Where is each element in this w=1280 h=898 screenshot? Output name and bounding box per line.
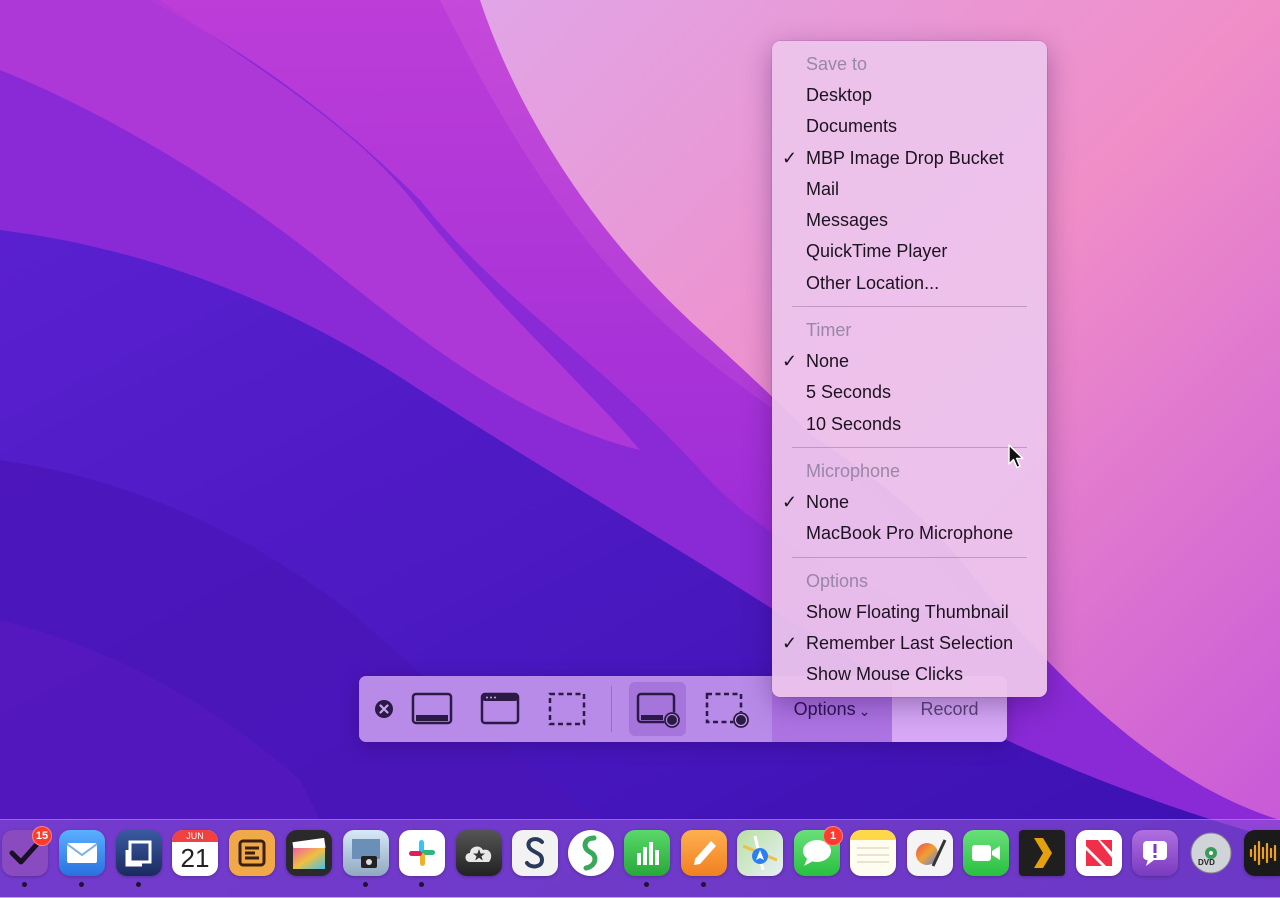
menu-item-label: 10 Seconds <box>806 413 902 434</box>
running-indicator <box>363 882 368 887</box>
checkmark-icon: ✓ <box>782 147 798 168</box>
dock: 15 JUN 21 1 DVD <box>0 819 1280 898</box>
record-entire-screen-button[interactable] <box>629 682 686 736</box>
feedback-assistant-icon[interactable] <box>1132 830 1178 876</box>
taskheat-icon[interactable] <box>229 830 275 876</box>
menu-item-messages[interactable]: Messages <box>772 205 1047 236</box>
capture-entire-screen-icon <box>411 692 453 725</box>
mouse-pointer-icon <box>1008 444 1024 469</box>
dvd-player-icon[interactable]: DVD <box>1188 830 1234 876</box>
menu-item-microphone-none[interactable]: ✓ None <box>772 487 1047 518</box>
pages-icon[interactable] <box>681 830 727 876</box>
capture-selected-window-button[interactable] <box>475 682 525 736</box>
menu-item-mbp-image-drop-bucket[interactable]: ✓ MBP Image Drop Bucket <box>772 143 1047 174</box>
menu-item-10-seconds[interactable]: 10 Seconds <box>772 409 1047 440</box>
menu-divider <box>792 306 1027 308</box>
record-selected-portion-icon <box>705 692 749 728</box>
capture-selected-portion-icon <box>548 692 586 726</box>
cloud-star-icon[interactable] <box>456 830 502 876</box>
running-indicator <box>136 882 141 887</box>
menu-item-label: MBP Image Drop Bucket <box>806 147 1004 168</box>
running-indicator <box>419 882 424 887</box>
desktop-wallpaper <box>0 0 1280 897</box>
facetime-icon[interactable] <box>963 830 1009 876</box>
menu-item-label: MacBook Pro Microphone <box>806 523 1014 544</box>
menu-item-timer-none[interactable]: ✓ None <box>772 346 1047 377</box>
running-indicator <box>22 882 27 887</box>
menu-item-label: Show Mouse Clicks <box>806 664 964 685</box>
menu-item-label: 5 Seconds <box>806 382 892 403</box>
running-indicator <box>644 882 649 887</box>
running-indicator <box>701 882 706 887</box>
capture-entire-screen-button[interactable] <box>407 682 457 736</box>
voice-memos-icon[interactable] <box>1244 830 1280 876</box>
menu-item-label: None <box>806 351 850 372</box>
menu-item-desktop[interactable]: Desktop <box>772 80 1047 111</box>
calendar-month: JUN <box>172 830 218 842</box>
preview-icon[interactable] <box>343 830 389 876</box>
maps-icon[interactable] <box>737 830 783 876</box>
options-label: Options <box>793 698 856 719</box>
record-entire-screen-icon <box>636 692 680 728</box>
menu-item-label: Documents <box>806 116 898 137</box>
options-menu: Save to Desktop Documents ✓ MBP Image Dro… <box>772 41 1047 697</box>
notification-badge: 1 <box>823 826 843 846</box>
menu-item-other-location[interactable]: Other Location... <box>772 268 1047 299</box>
menu-item-label: Remember Last Selection <box>806 632 1014 653</box>
screens-icon[interactable] <box>116 830 162 876</box>
toolbar-divider <box>611 686 612 732</box>
checkmark-icon: ✓ <box>782 491 798 512</box>
menu-header-microphone: Microphone <box>806 460 901 481</box>
menu-header-timer: Timer <box>806 320 852 341</box>
close-icon <box>375 700 393 718</box>
menu-item-show-mouse-clicks[interactable]: Show Mouse Clicks <box>772 659 1047 690</box>
menu-header-save-to: Save to <box>806 54 868 74</box>
calendar-day: 21 <box>180 843 210 873</box>
menu-header-options: Options <box>806 570 869 591</box>
record-label: Record <box>920 698 979 719</box>
mail-icon[interactable] <box>59 830 105 876</box>
capture-selected-portion-button[interactable] <box>542 682 592 736</box>
menu-item-label: Other Location... <box>806 272 940 293</box>
dvd-label: DVD <box>1198 858 1215 867</box>
checkmark-icon: ✓ <box>782 351 798 372</box>
snail-app-icon[interactable] <box>568 830 614 876</box>
capture-selected-window-icon <box>480 692 520 725</box>
menu-divider <box>792 446 1027 448</box>
menu-item-remember-last-selection[interactable]: ✓ Remember Last Selection <box>772 628 1047 659</box>
news-icon[interactable] <box>1076 830 1122 876</box>
record-selected-portion-button[interactable] <box>701 682 753 736</box>
menu-item-label: QuickTime Player <box>806 241 948 262</box>
pixelmator-icon[interactable] <box>907 830 953 876</box>
final-cut-pro-icon[interactable] <box>286 830 332 876</box>
menu-divider <box>792 556 1027 558</box>
menu-item-label: Desktop <box>806 85 873 105</box>
close-button[interactable] <box>371 682 397 736</box>
notes-icon[interactable] <box>850 830 896 876</box>
menu-item-label: None <box>806 491 850 512</box>
calendar-icon[interactable]: JUN 21 <box>172 830 218 876</box>
checkmark-icon: ✓ <box>782 632 798 653</box>
running-indicator <box>79 882 84 887</box>
scrivener-icon[interactable] <box>512 830 558 876</box>
menu-item-quicktime-player[interactable]: QuickTime Player <box>772 236 1047 267</box>
menu-item-5-seconds[interactable]: 5 Seconds <box>772 377 1047 408</box>
menu-item-macbook-pro-microphone[interactable]: MacBook Pro Microphone <box>772 518 1047 549</box>
menu-item-show-floating-thumbnail[interactable]: Show Floating Thumbnail <box>772 597 1047 628</box>
menu-item-mail[interactable]: Mail <box>772 174 1047 205</box>
slack-icon[interactable] <box>399 830 445 876</box>
notification-badge: 15 <box>32 826 52 846</box>
plex-icon[interactable] <box>1019 830 1065 876</box>
chevron-down-icon: ⌄ <box>858 702 871 719</box>
menu-item-documents[interactable]: Documents <box>772 111 1047 142</box>
menu-item-label: Messages <box>806 210 889 231</box>
menu-item-label: Show Floating Thumbnail <box>806 601 1009 622</box>
menu-item-label: Mail <box>806 178 840 199</box>
numbers-icon[interactable] <box>624 830 670 876</box>
